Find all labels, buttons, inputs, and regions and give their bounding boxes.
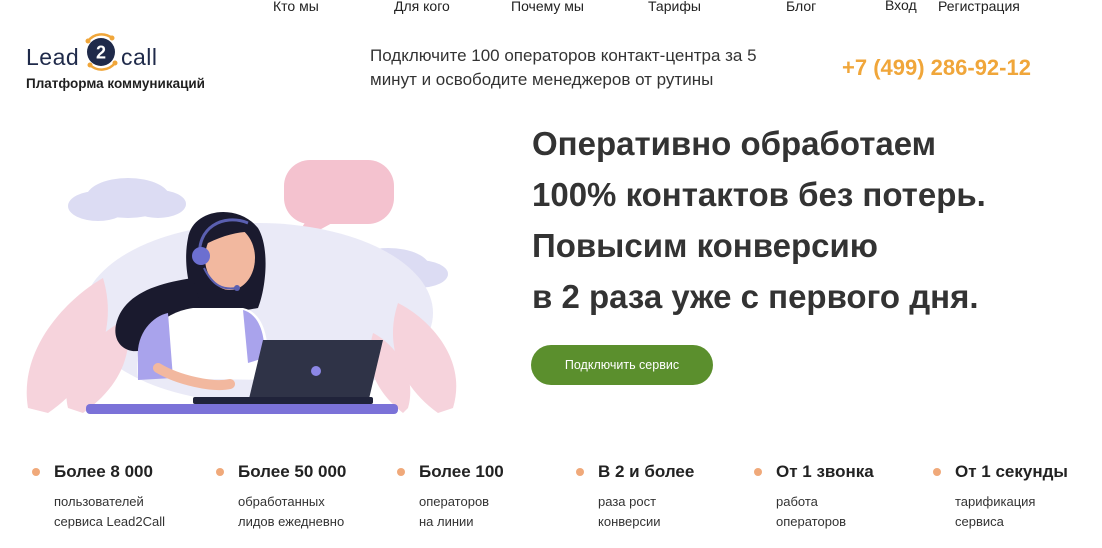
- stat-description-line: работа: [776, 494, 818, 509]
- login-link[interactable]: Вход: [885, 0, 917, 13]
- stat-conversion: В 2 и более раза рост конверсии: [576, 462, 695, 532]
- stat-description-line: раза рост: [598, 494, 657, 509]
- stat-title: От 1 звонка: [776, 462, 874, 481]
- logo-badge-text: 2: [96, 43, 106, 63]
- bullet-dot-icon: [32, 468, 40, 476]
- bullet-dot-icon: [397, 468, 405, 476]
- nav-item-who-we-are[interactable]: Кто мы: [273, 0, 319, 14]
- stat-description: тарификация сервиса: [955, 492, 1068, 532]
- hero-headline-line-1: Оперативно обработаем: [532, 125, 937, 162]
- stat-description-line: тарификация: [955, 494, 1036, 509]
- stat-title: Более 8 000: [54, 462, 153, 481]
- nav-item-for-whom[interactable]: Для кого: [394, 0, 450, 14]
- hero-headline-line-3: Повысим конверсию: [532, 227, 878, 264]
- hero-headline: Оперативно обработаем 100% контактов без…: [532, 118, 1092, 322]
- hero-headline-line-4: в 2 раза уже с первого дня.: [532, 278, 979, 315]
- stat-description-line: операторов: [419, 494, 490, 509]
- logo-text-call: call: [121, 44, 158, 70]
- stat-description-line: пользователей: [54, 494, 144, 509]
- operator-illustration: [26, 160, 457, 414]
- nav-item-blog[interactable]: Блог: [786, 0, 816, 14]
- stat-billing: От 1 секунды тарификация сервиса: [933, 462, 1068, 532]
- connect-service-button[interactable]: Подключить сервис: [531, 345, 713, 385]
- stat-operators: Более 100 операторов на линии: [397, 462, 504, 532]
- stat-description: пользователей сервиса Lead2Call: [54, 492, 165, 532]
- stat-description-line: на линии: [419, 514, 474, 529]
- bullet-dot-icon: [216, 468, 224, 476]
- stat-description-line: сервиса: [955, 514, 1004, 529]
- stat-description: раза рост конверсии: [598, 492, 694, 532]
- phone-link[interactable]: +7 (499) 286-92-12: [842, 55, 1031, 81]
- stat-description: обработанных лидов ежедневно: [238, 492, 346, 532]
- register-link[interactable]: Регистрация: [938, 0, 1020, 14]
- stat-leads: Более 50 000 обработанных лидов ежедневн…: [216, 462, 347, 532]
- nav-item-pricing[interactable]: Тарифы: [648, 0, 701, 14]
- logo-badge-icon: 2: [85, 33, 118, 71]
- bullet-dot-icon: [576, 468, 584, 476]
- stat-users: Более 8 000 пользователей сервиса Lead2C…: [32, 462, 165, 532]
- stat-description-line: лидов ежедневно: [238, 514, 345, 529]
- stat-description-line: сервиса Lead2Call: [54, 514, 166, 529]
- logo[interactable]: Lead 2 call Платформа коммуникаций: [26, 30, 226, 94]
- stat-title: В 2 и более: [598, 462, 695, 481]
- stat-description: работа операторов: [776, 492, 874, 532]
- bullet-dot-icon: [933, 468, 941, 476]
- stat-title: Более 100: [419, 462, 504, 481]
- stat-first-call: От 1 звонка работа операторов: [754, 462, 874, 532]
- stat-description-line: конверсии: [598, 514, 661, 529]
- bullet-dot-icon: [754, 468, 762, 476]
- header-tagline: Подключите 100 операторов контакт-центра…: [370, 46, 757, 89]
- stat-description-line: операторов: [776, 514, 847, 529]
- nav-item-why-us[interactable]: Почему мы: [511, 0, 584, 14]
- hero-headline-line-2: 100% контактов без потерь.: [532, 176, 986, 213]
- stat-title: Более 50 000: [238, 462, 347, 481]
- stat-title: От 1 секунды: [955, 462, 1068, 481]
- logo-text-lead: Lead: [26, 44, 80, 70]
- stat-description-line: обработанных: [238, 494, 325, 509]
- logo-subtitle: Платформа коммуникаций: [26, 76, 205, 91]
- stat-description: операторов на линии: [419, 492, 504, 532]
